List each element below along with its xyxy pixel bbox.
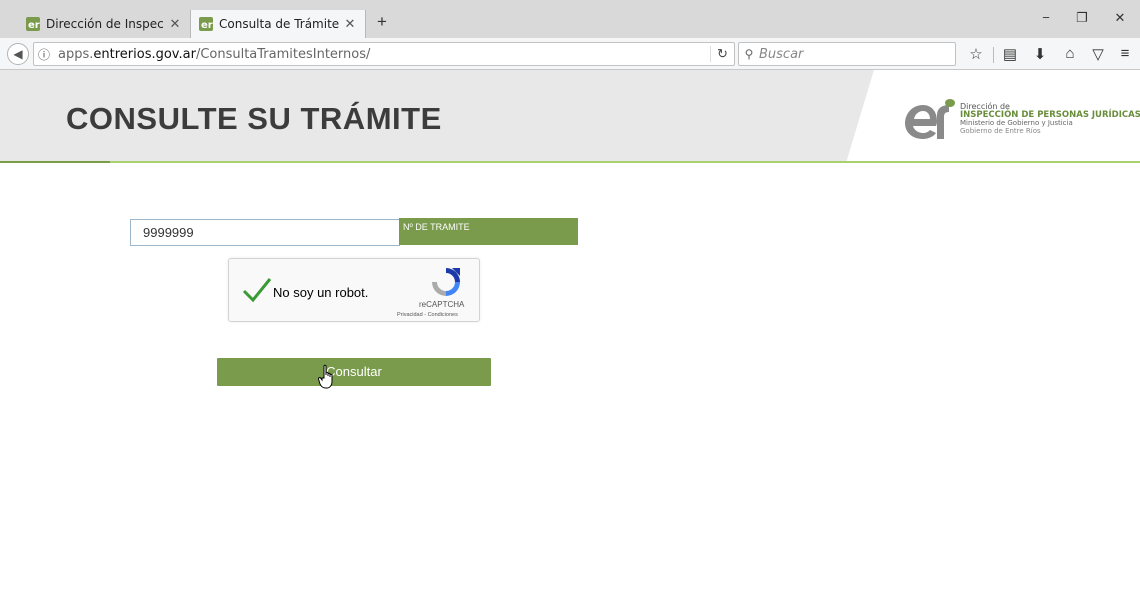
browser-nav-bar: ◀ ⓘ apps.entrerios.gov.ar/ConsultaTramit… [0,38,1140,70]
recaptcha-widget: No soy un robot. reCAPTCHA Privacidad - … [228,258,480,322]
close-window-button[interactable]: ✕ [1108,10,1132,26]
tab-title: Consulta de Trámites Interno [219,17,339,31]
search-placeholder: Buscar [759,46,804,62]
svg-text:er: er [201,20,213,31]
header-rule [0,161,1140,163]
header-rule-accent [0,161,110,163]
site-info-icon[interactable]: ⓘ [34,46,54,63]
pocket-icon[interactable]: ▽ [1088,45,1108,63]
logo-line-3: Ministerio de Gobierno y Justicia [960,119,1073,127]
restore-window-button[interactable]: ❐ [1070,10,1094,26]
svg-text:er: er [28,20,40,31]
logo-text: Dirección de INSPECCIÓN DE PERSONAS JURÍ… [960,103,1140,136]
url-bar[interactable]: ⓘ apps.entrerios.gov.ar/ConsultaTramites… [33,42,735,66]
search-icon: ⚲ [744,47,754,61]
browser-tab-bar: er Dirección de Inspección de P ✕ er Con… [0,0,1140,38]
search-bar[interactable]: ⚲ Buscar [738,42,956,66]
reload-icon[interactable]: ↻ [710,46,734,62]
recaptcha-logo-icon [432,268,460,296]
site-favicon-icon: er [26,17,40,31]
checkmark-icon[interactable] [242,276,272,304]
page-title: CONSULTE SU TRÁMITE [66,101,442,136]
recaptcha-links[interactable]: Privacidad - Condiciones [397,312,458,318]
home-icon[interactable]: ⌂ [1060,45,1080,62]
bookmark-star-icon[interactable]: ☆ [966,45,986,63]
url-text: apps.entrerios.gov.ar/ConsultaTramitesIn… [54,47,710,62]
url-prefix: apps. [58,46,94,62]
hand-pointer-cursor-icon [318,364,333,389]
tramite-number-input[interactable] [130,219,400,246]
toolbar-divider [993,47,994,63]
tab-consulta-tramites[interactable]: er Consulta de Trámites Interno ✕ [190,10,366,38]
recaptcha-brand: reCAPTCHA [419,300,465,309]
consultar-button[interactable]: Consultar [217,358,491,386]
logo-line-4: Gobierno de Entre Ríos [960,127,1041,135]
close-tab-icon[interactable]: ✕ [168,17,182,32]
back-arrow-icon[interactable]: ◀ [7,43,29,65]
menu-icon[interactable]: ≡ [1115,45,1135,62]
new-tab-button[interactable]: + [372,12,392,32]
logo-line-2: INSPECCIÓN DE PERSONAS JURÍDICAS [960,110,1140,120]
url-domain: entrerios.gov.ar [93,46,196,62]
download-icon[interactable]: ⬇ [1030,45,1050,63]
minimize-window-button[interactable]: − [1034,10,1058,25]
tab-title: Dirección de Inspección de P [46,17,164,31]
site-favicon-icon: er [199,17,213,31]
reading-list-icon[interactable]: ▤ [1000,45,1020,63]
tramite-number-label: Nº DE TRAMITE [399,218,578,245]
close-tab-icon[interactable]: ✕ [343,17,357,32]
tab-direccion-inspeccion[interactable]: er Dirección de Inspección de P ✕ [18,10,190,38]
url-path: /ConsultaTramitesInternos/ [195,46,371,62]
recaptcha-label: No soy un robot. [273,285,369,300]
entre-rios-logo-icon [905,99,955,139]
